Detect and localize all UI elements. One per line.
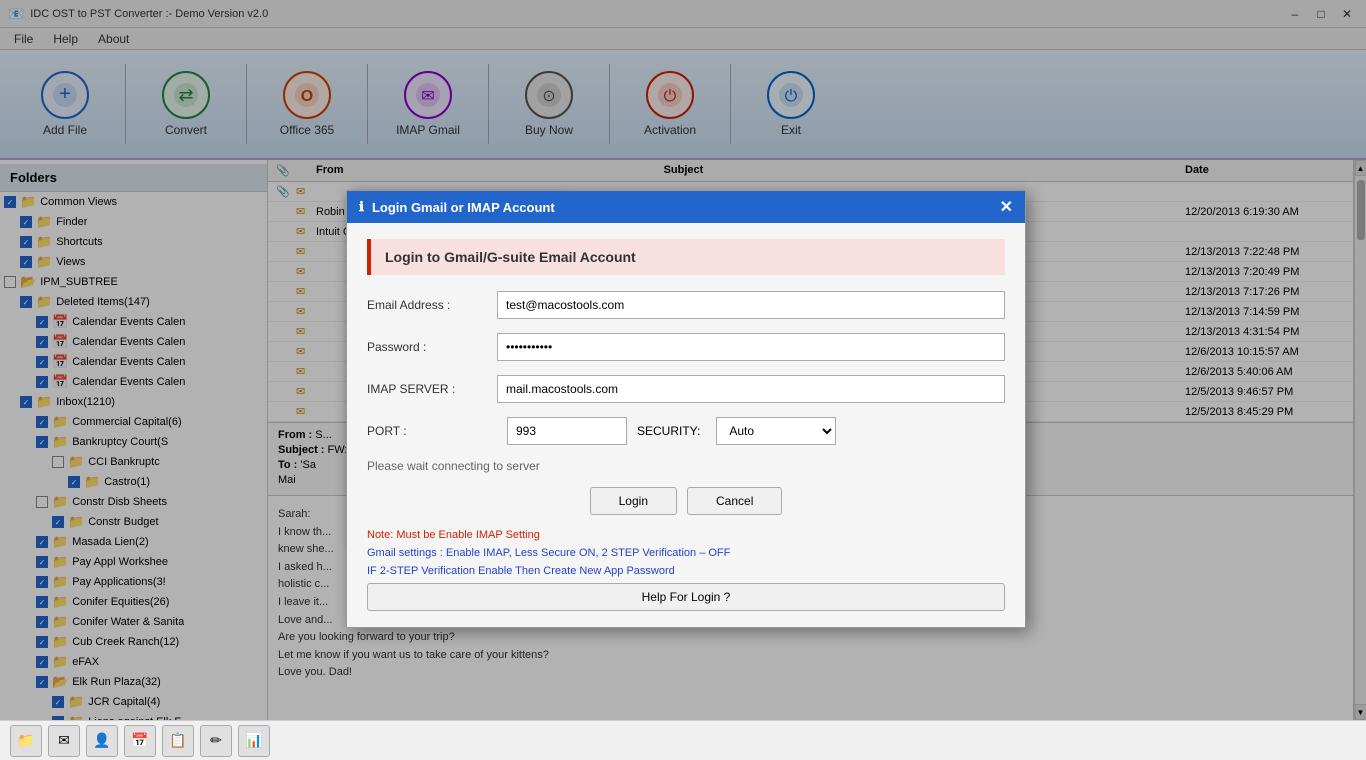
modal-title-icon: ℹ (359, 199, 364, 215)
status-text: Please wait connecting to server (367, 459, 1005, 473)
modal-titlebar: ℹ Login Gmail or IMAP Account ✕ (347, 191, 1025, 223)
port-input[interactable] (507, 417, 627, 445)
bottom-btn-journal[interactable]: 📊 (238, 725, 270, 757)
modal-login-title: Login to Gmail/G-suite Email Account (367, 239, 1005, 275)
imap-server-form-row: IMAP SERVER : (367, 375, 1005, 403)
modal-close-button[interactable]: ✕ (1000, 197, 1013, 217)
port-label: PORT : (367, 424, 497, 438)
email-label: Email Address : (367, 298, 497, 312)
security-label: SECURITY: (637, 424, 700, 438)
modal-title-left: ℹ Login Gmail or IMAP Account (359, 199, 555, 215)
note2: Gmail settings : Enable IMAP, Less Secur… (367, 547, 1005, 559)
note1: Note: Must be Enable IMAP Setting (367, 529, 1005, 541)
help-login-button[interactable]: Help For Login ? (367, 583, 1005, 611)
bottom-btn-calendar[interactable]: 📅 (124, 725, 156, 757)
login-button[interactable]: Login (590, 487, 677, 515)
bottom-bar: 📁 ✉ 👤 📅 📋 ✏ 📊 (0, 720, 1366, 760)
password-label: Password : (367, 340, 497, 354)
email-form-row: Email Address : (367, 291, 1005, 319)
password-input[interactable] (497, 333, 1005, 361)
password-form-row: Password : (367, 333, 1005, 361)
bottom-btn-mail[interactable]: ✉ (48, 725, 80, 757)
port-security-row: PORT : SECURITY: Auto SSL TLS None (367, 417, 1005, 445)
security-select[interactable]: Auto SSL TLS None (716, 417, 836, 445)
bottom-btn-contact[interactable]: 👤 (86, 725, 118, 757)
bottom-btn-folder[interactable]: 📁 (10, 725, 42, 757)
login-modal: ℹ Login Gmail or IMAP Account ✕ Login to… (346, 190, 1026, 628)
bottom-btn-notes[interactable]: 📋 (162, 725, 194, 757)
modal-title-text: Login Gmail or IMAP Account (372, 200, 555, 215)
bottom-btn-tasks[interactable]: ✏ (200, 725, 232, 757)
modal-body: Login to Gmail/G-suite Email Account Ema… (347, 223, 1025, 627)
imap-server-input[interactable] (497, 375, 1005, 403)
imap-server-label: IMAP SERVER : (367, 382, 497, 396)
modal-buttons: Login Cancel (367, 487, 1005, 515)
email-input[interactable] (497, 291, 1005, 319)
cancel-button[interactable]: Cancel (687, 487, 782, 515)
note3: IF 2-STEP Verification Enable Then Creat… (367, 565, 1005, 577)
